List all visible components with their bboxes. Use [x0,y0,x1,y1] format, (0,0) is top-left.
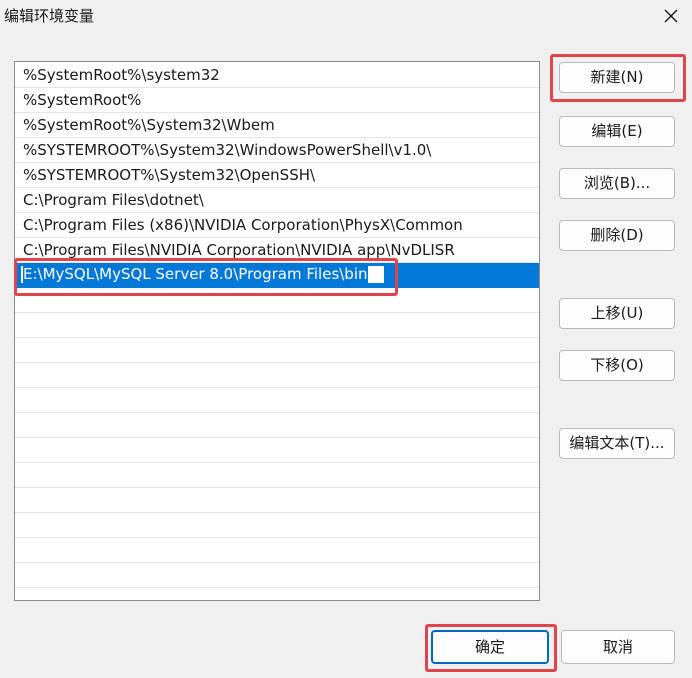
list-item[interactable]: C:\Program Files\NVIDIA Corporation\NVID… [15,238,539,263]
edit-text-button[interactable]: 编辑文本(T)... [559,428,675,459]
list-item[interactable]: C:\Program Files (x86)\NVIDIA Corporatio… [15,213,539,238]
path-edit-input[interactable]: E:\MySQL\MySQL Server 8.0\Program Files\… [20,265,385,284]
move-down-button[interactable]: 下移(O) [559,350,675,381]
empty-row [15,388,539,413]
list-item[interactable]: %SystemRoot%\system32 [15,63,539,88]
empty-row [15,413,539,438]
cancel-button[interactable]: 取消 [561,630,675,664]
empty-row [15,463,539,488]
empty-row [15,338,539,363]
list-item[interactable]: %SYSTEMROOT%\System32\WindowsPowerShell\… [15,138,539,163]
ok-button[interactable]: 确定 [431,630,549,664]
empty-row [15,563,539,588]
window-title: 编辑环境变量 [4,7,95,25]
title-bar: 编辑环境变量 [0,0,692,34]
new-button[interactable]: 新建(N) [559,62,675,93]
path-list[interactable]: %SystemRoot%\system32 %SystemRoot% %Syst… [14,61,540,601]
empty-row [15,363,539,388]
list-item[interactable]: %SYSTEMROOT%\System32\OpenSSH\ [15,163,539,188]
close-icon[interactable] [660,5,682,27]
list-item[interactable]: %SystemRoot%\System32\Wbem [15,113,539,138]
empty-row [15,488,539,513]
empty-row [15,313,539,338]
move-up-button[interactable]: 上移(U) [559,298,675,329]
list-item-selected[interactable]: E:\MySQL\MySQL Server 8.0\Program Files\… [15,263,539,288]
empty-row [15,538,539,563]
empty-row [15,288,539,313]
browse-button[interactable]: 浏览(B)... [559,168,675,199]
list-item[interactable]: %SystemRoot% [15,88,539,113]
path-edit-text: E:\MySQL\MySQL Server 8.0\Program Files\… [23,265,368,283]
edit-button[interactable]: 编辑(E) [559,116,675,147]
empty-row [15,438,539,463]
delete-button[interactable]: 删除(D) [559,220,675,251]
list-item[interactable]: C:\Program Files\dotnet\ [15,188,539,213]
empty-row [15,513,539,538]
